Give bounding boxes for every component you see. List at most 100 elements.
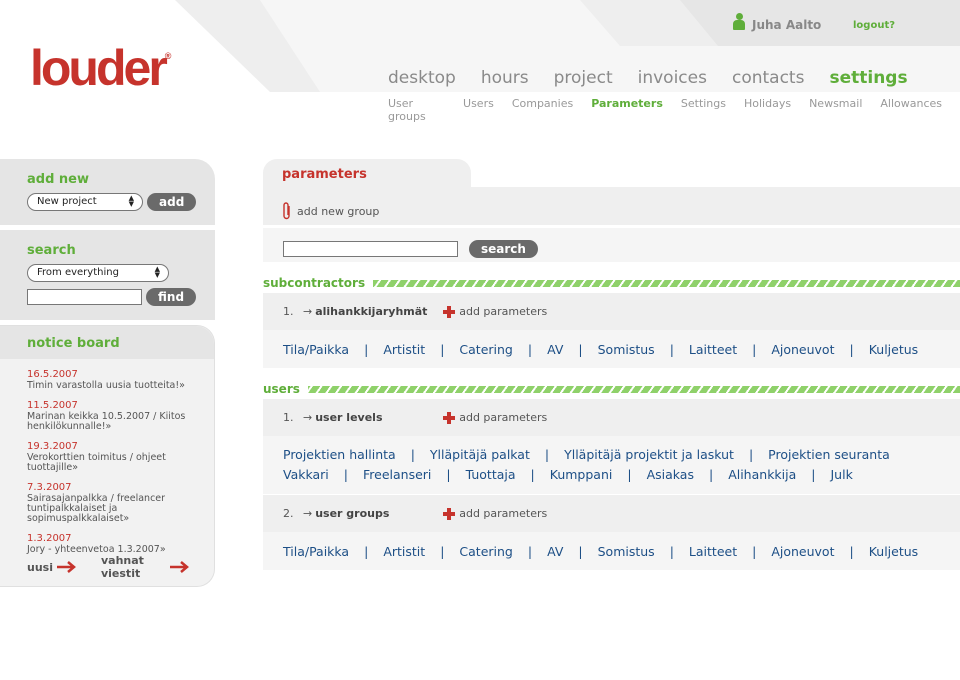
parameter-search-input[interactable] [283, 241, 458, 257]
parameter-link[interactable]: Somistus [598, 542, 655, 562]
nav-hours[interactable]: hours [481, 68, 529, 88]
parameter-link[interactable]: Catering [459, 340, 512, 360]
parameter-link[interactable]: Kumppani [550, 465, 613, 485]
notice-item[interactable]: 16.5.2007 Timin varastolla uusia tuotteit… [27, 369, 214, 391]
notice-text[interactable]: Verokorttien toimitus / ohjeet tuottajil… [27, 453, 197, 473]
plus-icon [443, 507, 456, 520]
arrow-icon: → [303, 507, 313, 520]
parameter-link[interactable]: Projektien seuranta [768, 445, 890, 465]
parameter-link[interactable]: Tila/Paikka [283, 340, 349, 360]
stripe-divider [307, 385, 960, 393]
separator: | [748, 447, 754, 462]
param-group-name[interactable]: user groups [315, 507, 443, 520]
user-name: Juha Aalto [752, 18, 822, 32]
subnav-settings[interactable]: Settings [681, 97, 726, 123]
parameter-link[interactable]: Laitteet [689, 340, 737, 360]
separator: | [669, 342, 674, 357]
parameter-link[interactable]: Freelanseri [363, 465, 431, 485]
parameter-link[interactable]: Julk [831, 465, 853, 485]
subnav-users[interactable]: Users [463, 97, 494, 123]
parameter-link[interactable]: Kuljetus [869, 340, 918, 360]
separator: | [527, 544, 533, 559]
sidebar: add new New project ▲ ▼ add search From e… [0, 159, 215, 587]
sidebar-search-input[interactable] [27, 289, 142, 305]
param-group-row: 2. → user groups add parameters [263, 495, 960, 532]
parameter-link[interactable]: Vakkari [283, 465, 329, 485]
nav-project[interactable]: project [554, 68, 613, 88]
arrow-icon: → [303, 411, 313, 424]
notice-text[interactable]: Marinan keikka 10.5.2007 / Kiitos henkil… [27, 412, 197, 432]
louder-logo[interactable]: louder® [30, 40, 171, 96]
parameter-link[interactable]: Ylläpitäjä palkat [430, 445, 530, 465]
param-group-name[interactable]: alihankkijaryhmät [315, 305, 443, 318]
select-arrows-icon: ▲ ▼ [128, 194, 134, 208]
search-button[interactable]: search [469, 240, 538, 258]
add-button[interactable]: add [147, 193, 197, 211]
separator: | [410, 447, 415, 462]
parameter-link[interactable]: Kuljetus [869, 542, 918, 562]
separator: | [708, 467, 714, 482]
separator: | [849, 342, 854, 357]
parameter-link[interactable]: Ajoneuvot [771, 542, 834, 562]
parameter-link[interactable]: Tila/Paikka [283, 542, 349, 562]
parameter-link[interactable]: AV [547, 340, 563, 360]
notice-item[interactable]: 19.3.2007 Verokorttien toimitus / ohjeet … [27, 441, 214, 473]
logout-link[interactable]: logout? [853, 20, 895, 31]
add-parameters-link[interactable]: add parameters [443, 411, 547, 424]
separator: | [343, 467, 348, 482]
add-new-group-link[interactable]: add new group [297, 205, 379, 218]
old-messages-link[interactable]: vahnat viestit [101, 554, 166, 580]
separator: | [578, 342, 583, 357]
notice-text[interactable]: Timin varastolla uusia tuotteita!» [27, 381, 197, 391]
add-group-row: add new group [263, 187, 960, 225]
new-messages-link[interactable]: uusi [27, 561, 53, 574]
parameter-link[interactable]: Ylläpitäjä projektit ja laskut [564, 445, 734, 465]
subnav-companies[interactable]: Companies [512, 97, 573, 123]
notice-text[interactable]: Sairasajanpalkka / freelancer tuntipalkk… [27, 494, 197, 524]
separator: | [440, 544, 445, 559]
parameter-link[interactable]: Asiakas [647, 465, 694, 485]
nav-contacts[interactable]: contacts [732, 68, 804, 88]
parameter-link[interactable]: Catering [459, 542, 512, 562]
parameter-link[interactable]: Artistit [383, 542, 425, 562]
add-parameters-link[interactable]: add parameters [443, 305, 547, 318]
parameter-link[interactable]: Laitteet [689, 542, 737, 562]
separator: | [627, 467, 632, 482]
parameter-link[interactable]: AV [547, 542, 563, 562]
parameter-link[interactable]: Somistus [598, 340, 655, 360]
separator: | [364, 544, 369, 559]
arrow-right-icon[interactable] [56, 561, 77, 573]
notice-item[interactable]: 11.5.2007 Marinan keikka 10.5.2007 / Kiit… [27, 400, 214, 432]
parameter-link[interactable]: Ajoneuvot [771, 340, 834, 360]
notice-board-title: notice board [0, 326, 214, 359]
notice-board: notice board 16.5.2007 Timin varastolla u… [0, 325, 215, 587]
arrow-right-icon[interactable] [170, 561, 190, 573]
subnav-user-groups[interactable]: User groups [388, 97, 445, 123]
parameter-link[interactable]: Tuottaja [466, 465, 516, 485]
nav-invoices[interactable]: invoices [638, 68, 707, 88]
search-scope-select[interactable]: From everything ▲ ▼ [27, 264, 169, 282]
parameter-link[interactable]: Projektien hallinta [283, 445, 396, 465]
subnav-parameters[interactable]: Parameters [591, 97, 663, 123]
separator: | [752, 342, 757, 357]
nav-desktop[interactable]: desktop [388, 68, 456, 88]
param-group-name[interactable]: user levels [315, 411, 443, 424]
parameter-search-row: search [263, 228, 960, 262]
nav-settings[interactable]: settings [829, 68, 907, 88]
parameter-link[interactable]: Artistit [383, 340, 425, 360]
notice-item[interactable]: 1.3.2007 Jory - yhteenvetoa 1.3.2007» [27, 533, 214, 555]
add-parameters-link[interactable]: add parameters [443, 507, 547, 520]
plus-icon [443, 305, 456, 318]
separator: | [752, 544, 757, 559]
param-values: Tila/Paikka | Artistit | Catering | AV | Somistu… [263, 330, 960, 368]
find-button[interactable]: find [146, 288, 197, 306]
notice-item[interactable]: 7.3.2007 Sairasajanpalkka / freelancer tu… [27, 482, 214, 524]
subnav-holidays[interactable]: Holidays [744, 97, 791, 123]
sub-nav: User groups Users Companies Parameters S… [388, 97, 960, 123]
new-type-select[interactable]: New project ▲ ▼ [27, 193, 143, 211]
subnav-allowances[interactable]: Allowances [880, 97, 942, 123]
subnav-newsmail[interactable]: Newsmail [809, 97, 862, 123]
separator: | [578, 544, 583, 559]
parameter-link[interactable]: Alihankkija [728, 465, 796, 485]
search-title: search [27, 243, 76, 258]
